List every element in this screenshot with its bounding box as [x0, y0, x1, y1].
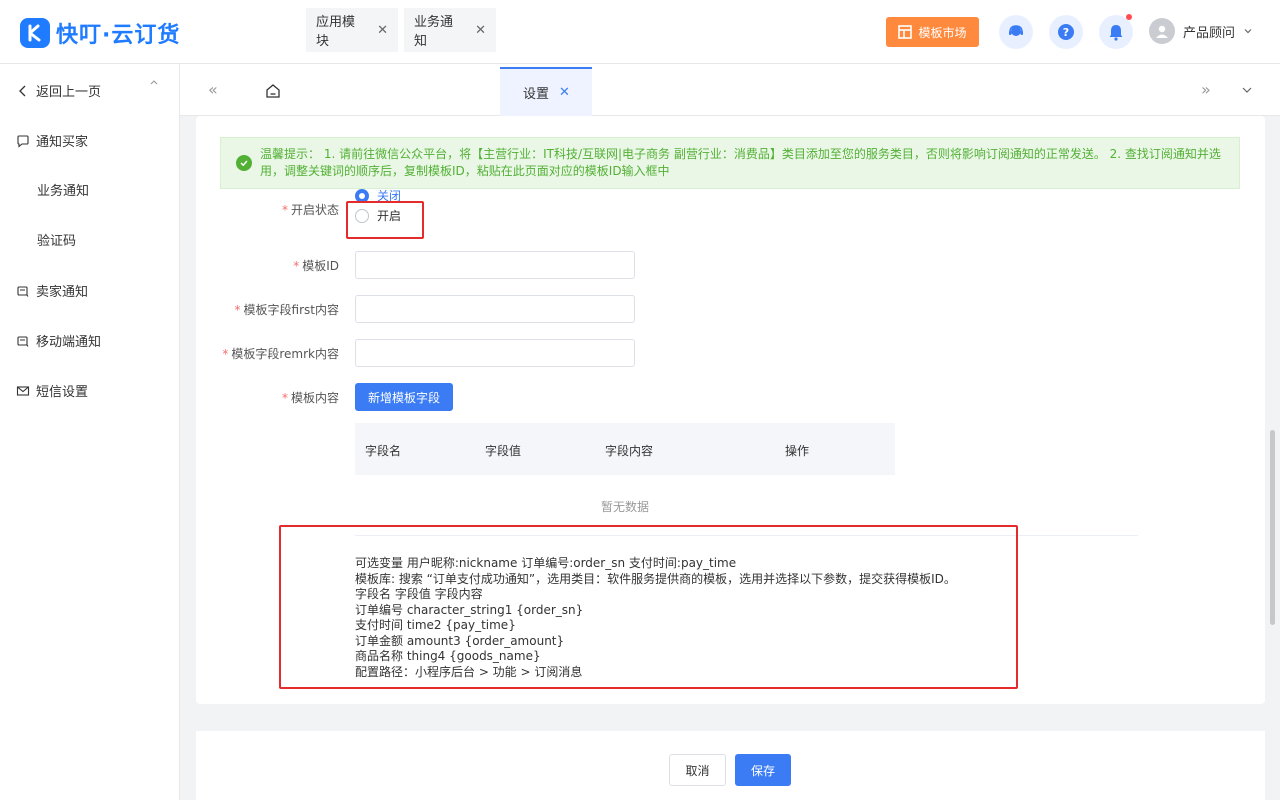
back-link[interactable]: 返回上一页 — [16, 81, 101, 100]
sidebar-item-label: 卖家通知 — [36, 285, 89, 300]
column-header: 操作 — [785, 444, 810, 458]
template-id-label: * 模板ID — [293, 259, 339, 273]
tip-line: 字段名 字段值 字段内容 — [355, 587, 483, 601]
customer-service-icon[interactable] — [999, 15, 1033, 49]
sidebar — [0, 64, 180, 800]
content-label: * 模板内容 — [281, 391, 339, 405]
scrollbar[interactable] — [1270, 430, 1275, 625]
tabs-scroll-left-icon[interactable]: « — [208, 80, 218, 99]
column-header: 字段名 — [365, 444, 402, 458]
svg-text:?: ? — [1063, 26, 1069, 39]
tip-text: 温馨提示： 1. 请前往微信公众平台，将【主营行业：IT科技/互联网|电子商务 … — [260, 147, 1221, 178]
tab-bar — [180, 64, 1280, 116]
message-icon — [17, 335, 29, 347]
sidebar-item-sms-settings[interactable]: 短信设置 — [16, 381, 88, 400]
tip-line: 支付时间 time2 {pay_time} — [355, 618, 516, 632]
tip-line: 订单编号 character_string1 {order_sn} — [355, 602, 584, 617]
avatar — [1149, 18, 1175, 44]
user-name: 产品顾问 — [1183, 25, 1236, 41]
chevron-left-icon — [19, 85, 26, 96]
tip-banner: 温馨提示： 1. 请前往微信公众平台，将【主营行业：IT科技/互联网|电子商务 … — [220, 137, 1240, 189]
tab-label: 设置 — [523, 87, 550, 102]
chevron-up-icon[interactable] — [148, 76, 160, 88]
tip-line: 订单金额 amount3 {order_amount} — [355, 633, 565, 648]
first-field-input[interactable] — [355, 295, 635, 323]
column-header: 字段值 — [485, 444, 522, 458]
tip-line: 模板库: 搜索 “订单支付成功通知”，选用类目：软件服务提供商的模板，选用并选择… — [355, 571, 956, 586]
user-menu[interactable]: 产品顾问 — [1149, 18, 1253, 44]
column-header: 字段内容 — [605, 444, 654, 458]
close-icon[interactable]: ✕ — [559, 85, 570, 100]
notification-bell-icon[interactable] — [1099, 14, 1133, 49]
close-icon[interactable]: ✕ — [377, 23, 388, 38]
close-icon[interactable]: ✕ — [475, 23, 486, 38]
tip-line: 商品名称 thing4 {goods_name} — [355, 649, 541, 663]
sidebar-item-label: 短信设置 — [36, 385, 89, 400]
tab-app-modules[interactable]: 应用模块 ✕ — [306, 8, 398, 52]
remark-field-input[interactable] — [355, 339, 635, 367]
first-field-label: * 模板字段first内容 — [234, 303, 339, 317]
sidebar-item-verify-code[interactable]: 验证码 — [37, 230, 76, 249]
chevron-down-icon[interactable] — [1240, 83, 1254, 97]
sidebar-item-business-notice[interactable]: 业务通知 — [37, 180, 89, 199]
tip-line: 可选变量 用户昵称:nickname 订单编号:order_sn 支付时间:pa… — [355, 556, 737, 570]
mail-icon — [16, 385, 30, 396]
tip-line: 配置路径：小程序后台 > 功能 > 订阅消息 — [355, 664, 583, 679]
sidebar-item-notify-buyer[interactable]: 通知买家 — [16, 131, 88, 150]
highlight-box — [346, 201, 424, 239]
template-icon — [898, 25, 913, 39]
sidebar-item-label: 通知买家 — [36, 135, 89, 150]
home-icon[interactable] — [264, 82, 282, 104]
tab-settings[interactable]: 设置 ✕ — [500, 67, 592, 116]
logo-icon — [20, 18, 50, 48]
sidebar-item-seller-notice[interactable]: 卖家通知 — [16, 281, 88, 300]
add-field-button[interactable]: 新增模板字段 — [355, 383, 453, 411]
sidebar-item-mobile-notice[interactable]: 移动端通知 — [16, 331, 101, 350]
chat-icon — [17, 134, 29, 148]
template-market-button[interactable]: 模板市场 — [886, 17, 979, 47]
field-table-header: 字段名 字段值 字段内容 操作 — [355, 423, 895, 475]
template-id-input[interactable] — [355, 251, 635, 279]
tab-business-notice[interactable]: 业务通知 ✕ — [404, 8, 496, 52]
status-label: * 开启状态 — [281, 203, 339, 217]
empty-state: 暂无数据 — [600, 500, 649, 514]
tab-label: 业务通知 — [414, 15, 454, 49]
sidebar-item-label: 移动端通知 — [36, 335, 102, 350]
app-name: 快叮·云订货 — [56, 23, 181, 48]
config-tips: 可选变量 用户昵称:nickname 订单编号:order_sn 支付时间:pa… — [355, 556, 956, 680]
footer-bar — [196, 731, 1265, 800]
tabs-scroll-right-icon[interactable]: » — [1201, 80, 1211, 99]
app-logo[interactable]: 快叮·云订货 — [20, 17, 180, 49]
cancel-button[interactable]: 取消 — [669, 754, 726, 786]
unread-dot — [1126, 14, 1132, 20]
message-icon — [17, 285, 29, 297]
template-market-label: 模板市场 — [918, 25, 967, 40]
check-circle-icon — [236, 155, 252, 171]
help-icon[interactable]: ? — [1049, 15, 1083, 49]
back-label: 返回上一页 — [36, 85, 102, 100]
top-header: 快叮·云订货 模板市场 ? 产品顾问 — [0, 0, 1280, 64]
tab-label: 应用模块 — [316, 15, 356, 49]
remark-field-label: * 模板字段remrk内容 — [222, 347, 339, 361]
save-button[interactable]: 保存 — [735, 754, 791, 786]
chevron-down-icon — [1244, 29, 1252, 34]
